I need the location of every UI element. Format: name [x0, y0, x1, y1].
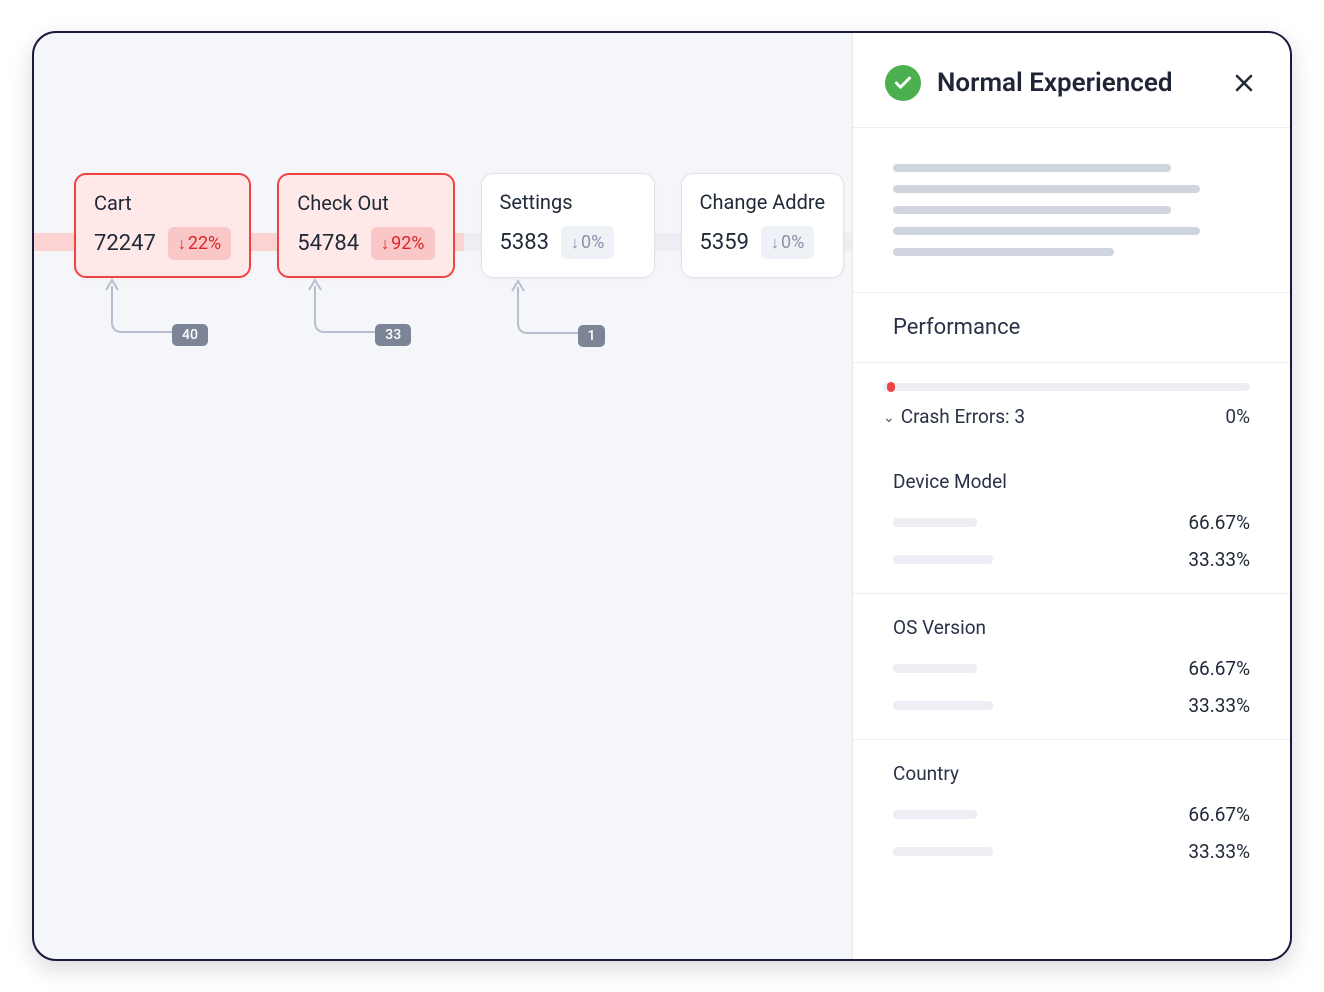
placeholder-line [893, 206, 1171, 214]
arrow-down-icon: ↓ [178, 234, 186, 254]
dimension-title: Country [893, 762, 1250, 785]
flow-node-checkout[interactable]: Check Out 54784 ↓92% 33 [277, 173, 454, 278]
node-badge: 33 [375, 324, 411, 346]
node-value: 72247 [94, 231, 156, 256]
node-value: 54784 [297, 231, 359, 256]
dimension-value: 66.67% [1188, 803, 1250, 826]
node-delta: ↓22% [168, 227, 231, 260]
dimension-label-placeholder [893, 701, 993, 710]
node-delta: ↓92% [371, 227, 434, 260]
dimension-row: 66.67% [893, 803, 1250, 826]
node-badge: 40 [172, 324, 208, 346]
arrow-down-icon: ↓ [381, 234, 389, 254]
dimension-value: 33.33% [1188, 694, 1250, 717]
node-title: Settings [500, 190, 636, 214]
crash-errors-percent: 0% [1225, 405, 1250, 428]
description-placeholder [853, 128, 1290, 292]
crash-errors-label: Crash Errors: 3 [901, 405, 1025, 428]
dimension-value: 33.33% [1188, 840, 1250, 863]
device-model-section: Device Model 66.67% 33.33% [853, 448, 1290, 593]
dimension-label-placeholder [893, 810, 977, 819]
dimension-label-placeholder [893, 518, 977, 527]
node-value: 5359 [700, 230, 749, 255]
arrow-down-icon: ↓ [771, 233, 779, 253]
os-version-section: OS Version 66.67% 33.33% [853, 594, 1290, 739]
dimension-row: 66.67% [893, 511, 1250, 534]
dimension-value: 66.67% [1188, 511, 1250, 534]
check-circle-icon [885, 65, 921, 101]
node-value: 5383 [500, 230, 549, 255]
dimension-row: 66.67% [893, 657, 1250, 680]
dimension-label-placeholder [893, 847, 993, 856]
placeholder-line [893, 227, 1200, 235]
dimension-row: 33.33% [893, 840, 1250, 863]
dimension-label-placeholder [893, 555, 993, 564]
dimension-row: 33.33% [893, 548, 1250, 571]
details-panel: Normal Experienced Performance [852, 33, 1290, 959]
flow-node-change-address[interactable]: Change Addre 5359 ↓0% 1 [681, 173, 845, 278]
node-title: Cart [94, 191, 231, 215]
arrow-down-icon: ↓ [571, 233, 579, 253]
close-button[interactable] [1230, 69, 1258, 97]
panel-title: Normal Experienced [937, 68, 1214, 98]
dimension-title: OS Version [893, 616, 1250, 639]
node-badge: 1 [578, 325, 606, 347]
node-title: Change Addre [700, 190, 826, 214]
panel-header: Normal Experienced [853, 33, 1290, 127]
dimension-title: Device Model [893, 470, 1250, 493]
flow-node-container: Cart 72247 ↓22% 40 Check Out [34, 173, 852, 278]
chevron-down-icon[interactable]: ⌄ [883, 410, 895, 426]
placeholder-line [893, 185, 1200, 193]
crash-errors-row[interactable]: ⌄ Crash Errors: 3 0% [853, 363, 1290, 448]
close-icon [1235, 74, 1253, 92]
country-section: Country 66.67% 33.33% [853, 740, 1290, 885]
flow-node-cart[interactable]: Cart 72247 ↓22% 40 [74, 173, 251, 278]
flow-node-settings[interactable]: Settings 5383 ↓0% 1 [481, 173, 655, 278]
node-delta: ↓0% [561, 226, 614, 259]
crash-progress-bar [883, 383, 1250, 391]
dimension-value: 33.33% [1188, 548, 1250, 571]
dimension-row: 33.33% [893, 694, 1250, 717]
dimension-label-placeholder [893, 664, 977, 673]
node-title: Check Out [297, 191, 434, 215]
placeholder-line [893, 248, 1114, 256]
performance-section-title: Performance [853, 293, 1290, 362]
node-connector [714, 277, 810, 278]
crash-progress-indicator [887, 382, 895, 392]
placeholder-line [893, 164, 1171, 172]
flow-canvas[interactable]: Cart 72247 ↓22% 40 Check Out [34, 33, 852, 959]
dimension-value: 66.67% [1188, 657, 1250, 680]
node-delta: ↓0% [761, 226, 814, 259]
app-window: Cart 72247 ↓22% 40 Check Out [32, 31, 1292, 961]
